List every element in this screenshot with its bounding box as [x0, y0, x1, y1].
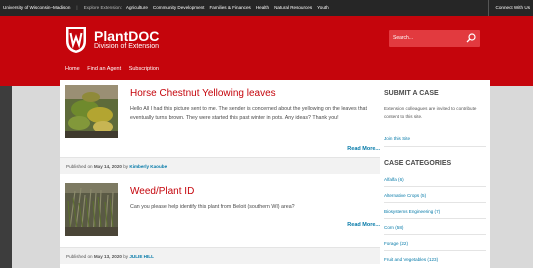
submit-case-heading: SUBMIT A CASE	[384, 90, 439, 97]
divider	[384, 218, 486, 219]
explore-link-health[interactable]: Health	[256, 5, 269, 10]
site-subtitle: Division of Extension	[94, 43, 159, 50]
connect-label: Connect With Us	[495, 5, 530, 10]
post-byline-bar: Published on May 13, 2020 by JULIE HILL	[60, 247, 380, 264]
divider	[384, 186, 486, 187]
divider	[384, 234, 486, 235]
category-link-forage[interactable]: Forage (22)	[384, 241, 408, 246]
category-link-alternative-crops[interactable]: Alternative Crops (5)	[384, 193, 426, 198]
category-link-biosystems-engineering[interactable]: Biosystems Engineering (7)	[384, 209, 440, 214]
post-card: Weed/Plant ID Can you please help identi…	[60, 178, 380, 268]
post-title[interactable]: Horse Chestnut Yellowing leaves	[130, 88, 276, 99]
case-categories-heading: CASE CATEGORIES	[384, 160, 452, 167]
utility-links: University of Wisconsin–Madison | Explore …	[3, 5, 334, 10]
nav-home[interactable]: Home	[65, 66, 80, 72]
search-placeholder: Search...	[393, 35, 414, 41]
divider	[384, 146, 486, 147]
post-author-link[interactable]: Kimberly Kaoube	[129, 164, 167, 169]
site-header: PlantDOC Division of Extension Search...…	[0, 16, 533, 86]
university-link[interactable]: University of Wisconsin–Madison	[3, 5, 70, 10]
nav-subscription[interactable]: Subscription	[129, 66, 159, 72]
nav-find-an-agent[interactable]: Find an Agent	[87, 66, 121, 72]
connect-with-us-button[interactable]: Connect With Us	[487, 0, 533, 16]
submit-case-text: Extension colleagues are invited to cont…	[384, 106, 477, 119]
site-title[interactable]: PlantDOC	[94, 28, 159, 44]
explore-link-community[interactable]: Community Development	[153, 5, 205, 10]
post-title[interactable]: Weed/Plant ID	[130, 186, 194, 197]
main-nav: Home Find an Agent Subscription	[65, 66, 165, 72]
search-icon[interactable]	[466, 33, 476, 43]
by-label: by	[123, 254, 129, 259]
post-date: May 13, 2020	[93, 254, 122, 259]
post-date: May 14, 2020	[93, 164, 122, 169]
post-byline: Published on May 13, 2020 by JULIE HILL	[66, 254, 154, 259]
explore-link-youth[interactable]: Youth	[317, 5, 329, 10]
post-byline: Published on May 14, 2020 by Kimberly Ka…	[66, 164, 167, 169]
divider: |	[76, 5, 78, 10]
post-excerpt: Can you please help identify this plant …	[130, 204, 295, 210]
uw-crest-logo[interactable]	[65, 25, 87, 54]
by-label: by	[123, 164, 129, 169]
post-byline-bar: Published on May 14, 2020 by Kimberly Ka…	[60, 157, 380, 174]
post-author-link[interactable]: JULIE HILL	[129, 254, 154, 259]
category-link-fruit-and-vegetables[interactable]: Fruit and Vegetables (123)	[384, 257, 438, 262]
divider	[384, 202, 486, 203]
explore-link-agriculture[interactable]: Agriculture	[126, 5, 148, 10]
sidebar: SUBMIT A CASE Extension colleagues are i…	[384, 80, 490, 268]
join-site-link[interactable]: Join this Site	[384, 136, 410, 141]
post-thumbnail[interactable]	[65, 183, 118, 236]
explore-label: Explore Extension:	[83, 5, 122, 10]
post-card: Horse Chestnut Yellowing leaves Hello Al…	[60, 80, 380, 178]
category-link-alfalfa[interactable]: Alfalfa (6)	[384, 177, 404, 182]
left-background-strip	[0, 86, 12, 268]
post-excerpt: Hello All I had this picture sent to me.…	[130, 106, 367, 121]
published-label: Published on	[66, 164, 93, 169]
post-thumbnail[interactable]	[65, 85, 118, 138]
read-more-link[interactable]: Read More...	[347, 146, 380, 152]
search-input[interactable]: Search...	[389, 30, 480, 47]
read-more-link[interactable]: Read More...	[347, 222, 380, 228]
main-content: Horse Chestnut Yellowing leaves Hello Al…	[60, 80, 490, 268]
explore-link-natural-resources[interactable]: Natural Resources	[274, 5, 312, 10]
divider	[384, 250, 486, 251]
published-label: Published on	[66, 254, 93, 259]
top-utility-bar: University of Wisconsin–Madison | Explore …	[0, 0, 533, 16]
explore-link-families[interactable]: Families & Finances	[209, 5, 250, 10]
category-link-corn[interactable]: Corn (58)	[384, 225, 403, 230]
